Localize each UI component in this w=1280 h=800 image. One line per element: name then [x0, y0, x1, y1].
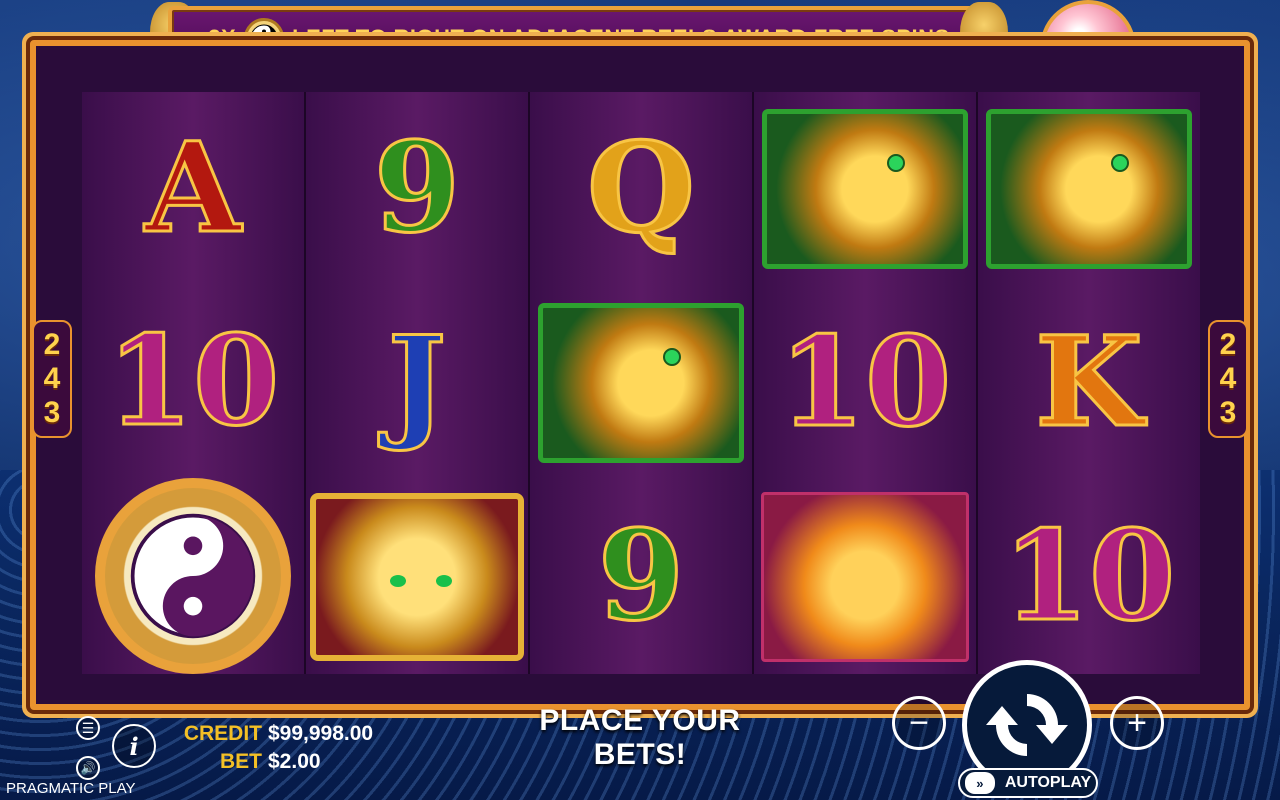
- spin-arrows-icon: [986, 694, 1068, 756]
- ways-digit: 4: [43, 362, 61, 395]
- reel-cell: J: [306, 286, 528, 480]
- reel-cell: K: [978, 286, 1200, 480]
- symbol-k: K: [1034, 310, 1145, 455]
- symbol-j: J: [386, 310, 448, 455]
- symbol-a: A: [143, 115, 242, 261]
- golden-toad-icon: [762, 109, 968, 269]
- reel-cell: 9: [306, 92, 528, 286]
- reel-5: K 10: [978, 92, 1200, 674]
- phoenix-icon: [761, 492, 969, 662]
- golden-lion-icon: [310, 493, 524, 661]
- reel-1: A 10: [82, 92, 306, 674]
- reel-2: 9 J: [306, 92, 530, 674]
- reel-cell: [82, 478, 304, 674]
- autoplay-label: AUTOPLAY: [1004, 774, 1092, 791]
- symbol-10: 10: [1001, 504, 1177, 649]
- reel-cell: [754, 480, 976, 674]
- ways-digit: 4: [1219, 362, 1237, 395]
- reel-cell: [530, 286, 752, 480]
- reel-3: Q 9: [530, 92, 754, 674]
- reel-cell: Q: [530, 92, 752, 286]
- info-icon[interactable]: i: [112, 724, 156, 768]
- golden-toad-icon: [986, 109, 1192, 269]
- reel-cell: [978, 92, 1200, 286]
- reel-cell: [306, 480, 528, 674]
- autoplay-button[interactable]: » AUTOPLAY: [958, 768, 1098, 798]
- ways-digit: 3: [43, 396, 61, 429]
- ways-indicator-left: 2 4 3: [32, 320, 72, 438]
- golden-toad-icon: [538, 303, 744, 463]
- increase-bet-button[interactable]: +: [1110, 696, 1164, 750]
- symbol-10: 10: [105, 308, 281, 454]
- bet-value: $2.00: [268, 750, 321, 773]
- yin-yang-scatter-icon: [95, 478, 291, 674]
- sound-icon[interactable]: 🔊: [76, 756, 100, 780]
- symbol-9: 9: [372, 116, 461, 261]
- ways-indicator-right: 2 4 3: [1208, 320, 1248, 438]
- balance-panel: CREDIT $99,998.00 BET $2.00: [180, 720, 373, 776]
- symbol-q: Q: [585, 116, 696, 261]
- reel-4: 10: [754, 92, 978, 674]
- ways-digit: 2: [43, 328, 61, 361]
- status-message: PLACE YOUR BETS!: [539, 704, 741, 771]
- reel-cell: 10: [754, 286, 976, 480]
- reel-cell: 10: [82, 285, 304, 478]
- credit-label: CREDIT: [183, 722, 262, 745]
- ways-digit: 3: [1219, 396, 1237, 429]
- provider-logo: PRAGMATIC PLAY: [6, 780, 136, 797]
- reel-grid: A 10 9 J Q 9 10 K 10: [82, 92, 1200, 674]
- symbol-10: 10: [777, 310, 953, 455]
- reel-cell: 9: [530, 480, 752, 674]
- bet-label: BET: [220, 750, 262, 773]
- reel-cell: [754, 92, 976, 286]
- autoplay-icon: »: [964, 772, 995, 794]
- menu-icon[interactable]: ☰: [76, 716, 100, 740]
- reel-cell: 10: [978, 480, 1200, 674]
- reel-cell: A: [82, 92, 304, 285]
- decrease-bet-button[interactable]: −: [892, 696, 946, 750]
- credit-value: $99,998.00: [268, 722, 374, 745]
- ways-digit: 2: [1219, 328, 1237, 361]
- symbol-9: 9: [596, 504, 685, 649]
